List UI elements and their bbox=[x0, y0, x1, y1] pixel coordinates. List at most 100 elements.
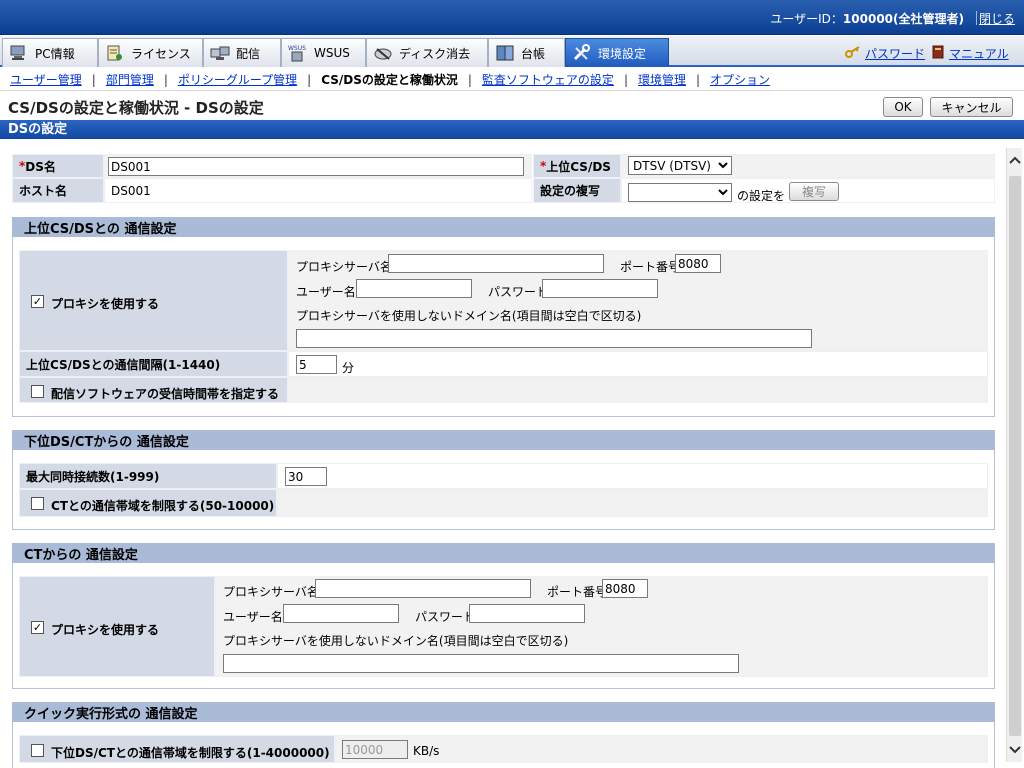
parent-csds-label-text: 上位CS/DS bbox=[546, 159, 611, 174]
tab-ledger[interactable]: 台帳 bbox=[488, 38, 565, 67]
page-title: CS/DSの設定と稼働状況 - DSの設定 bbox=[8, 99, 264, 117]
tab-label: 環境設定 bbox=[598, 46, 647, 61]
ct-no-proxy-input[interactable] bbox=[223, 654, 739, 673]
ct-user-label: ユーザー名 bbox=[223, 610, 283, 624]
password-link[interactable]: パスワード bbox=[865, 45, 925, 62]
ledger-icon bbox=[495, 44, 515, 62]
upper-no-proxy-input[interactable] bbox=[296, 329, 812, 348]
tab-label: PC情報 bbox=[35, 46, 75, 61]
form-scroll-area: *DS名 *上位CS/DS DTSV (DTSV) ホスト名 DS001 設定の… bbox=[0, 140, 1024, 768]
host-name-value: DS001 bbox=[104, 178, 532, 203]
max-conn-cell bbox=[277, 463, 988, 489]
license-icon bbox=[105, 44, 125, 62]
subnav-divider: | bbox=[91, 72, 96, 87]
ds-name-label-text: DS名 bbox=[25, 159, 56, 174]
subnav-divider: | bbox=[467, 72, 472, 87]
subnav-policy-group[interactable]: ポリシーグループ管理 bbox=[178, 71, 297, 88]
manual-link-group[interactable]: マニュアル bbox=[931, 45, 1009, 62]
upper-recv-time-label: 配信ソフトウェアの受信時間帯を指定する bbox=[51, 387, 280, 401]
max-conn-input[interactable] bbox=[285, 467, 327, 486]
distribute-icon bbox=[210, 44, 230, 62]
subnav-options[interactable]: オプション bbox=[710, 71, 770, 88]
ct-password-input[interactable] bbox=[469, 604, 585, 623]
quick-bandwidth-input[interactable] bbox=[342, 740, 408, 759]
upper-port-input[interactable] bbox=[675, 254, 721, 273]
tab-label: 台帳 bbox=[521, 46, 546, 61]
disk-erase-icon bbox=[373, 44, 393, 62]
ct-use-proxy-label: プロキシを使用する bbox=[51, 623, 160, 637]
user-info: ユーザーID：100000(全社管理者) bbox=[770, 10, 964, 27]
book-icon bbox=[931, 45, 945, 62]
password-link-group[interactable]: パスワード bbox=[845, 45, 925, 62]
tab-wsus[interactable]: WSUS WSUS bbox=[281, 38, 366, 67]
ct-no-proxy-label: プロキシサーバを使用しないドメイン名(項目間は空白で区切る) bbox=[223, 634, 569, 648]
tab-distribute[interactable]: 配信 bbox=[203, 38, 281, 67]
subnav-audit-software[interactable]: 監査ソフトウェアの設定 bbox=[482, 71, 614, 88]
ds-name-input[interactable] bbox=[108, 157, 524, 176]
lower-comm-title: 下位DS/CTからの 通信設定 bbox=[12, 430, 995, 450]
upper-comm-title: 上位CS/DSとの 通信設定 bbox=[12, 217, 995, 237]
key-icon bbox=[845, 45, 861, 62]
upper-interval-input[interactable] bbox=[296, 355, 337, 374]
copy-source-select[interactable] bbox=[628, 183, 732, 202]
subnav-csds-current: CS/DSの設定と稼働状況 bbox=[321, 73, 458, 87]
subnav-divider: | bbox=[163, 72, 168, 87]
ct-use-proxy-checkbox[interactable]: ✓ bbox=[31, 621, 44, 634]
parent-csds-select[interactable]: DTSV (DTSV) bbox=[628, 156, 732, 175]
ct-comm-title: CTからの 通信設定 bbox=[12, 543, 995, 563]
tab-label: 配信 bbox=[236, 46, 261, 61]
upper-user-label: ユーザー名 bbox=[296, 285, 356, 299]
user-id-value: 100000(全社管理者) bbox=[842, 12, 964, 26]
max-conn-label: 最大同時接続数(1-999) bbox=[19, 463, 277, 489]
sub-navigation: ユーザー管理 | 部門管理 | ポリシーグループ管理 | CS/DSの設定と稼働… bbox=[0, 69, 1024, 91]
scrollbar-thumb[interactable] bbox=[1009, 176, 1021, 736]
upper-password-label: パスワード bbox=[488, 285, 549, 299]
upper-password-input[interactable] bbox=[542, 279, 658, 298]
upper-port-label: ポート番号 bbox=[620, 260, 681, 274]
subnav-divider: | bbox=[307, 72, 312, 87]
ct-bandwidth-label: CTとの通信帯域を制限する(50-10000) bbox=[51, 499, 275, 513]
tab-pc-info[interactable]: PC情報 bbox=[2, 38, 98, 67]
ct-port-label: ポート番号 bbox=[547, 585, 608, 599]
ct-proxy-server-input[interactable] bbox=[315, 579, 531, 598]
wsus-icon: WSUS bbox=[288, 44, 308, 62]
user-id-label: ユーザーID： bbox=[770, 12, 843, 26]
host-name-label: ホスト名 bbox=[12, 178, 104, 203]
top-header-bar: ユーザーID：100000(全社管理者) 閉じる bbox=[0, 0, 1024, 35]
header-divider bbox=[976, 11, 977, 25]
ct-password-label: パスワード bbox=[415, 610, 476, 624]
tab-disk-erase[interactable]: ディスク消去 bbox=[366, 38, 488, 67]
upper-proxy-server-label: プロキシサーバ名 bbox=[296, 260, 392, 274]
upper-proxy-server-input[interactable] bbox=[388, 254, 604, 273]
upper-no-proxy-label: プロキシサーバを使用しないドメイン名(項目間は空白で区切る) bbox=[296, 309, 642, 323]
copy-button[interactable]: 複写 bbox=[789, 182, 839, 201]
quick-comm-title: クイック実行形式の 通信設定 bbox=[12, 702, 995, 722]
upper-interval-cell bbox=[288, 351, 988, 377]
tab-license[interactable]: ライセンス bbox=[98, 38, 203, 67]
scroll-down-icon[interactable] bbox=[1007, 742, 1023, 758]
subnav-department-management[interactable]: 部門管理 bbox=[106, 71, 154, 88]
vertical-scrollbar[interactable] bbox=[1006, 148, 1022, 762]
tab-settings[interactable]: 環境設定 bbox=[565, 38, 669, 67]
tab-label: WSUS bbox=[314, 46, 350, 60]
upper-recv-time-checkbox[interactable] bbox=[31, 385, 44, 398]
ds-name-label: * DS名 bbox=[12, 154, 104, 178]
ct-user-input[interactable] bbox=[283, 604, 399, 623]
main-tab-bar: PC情報 ライセンス 配信 WSUS WSUS ディスク消去 台帳 環境設定 パ… bbox=[0, 36, 1024, 67]
ct-port-input[interactable] bbox=[602, 579, 648, 598]
quick-bandwidth-checkbox[interactable] bbox=[31, 744, 44, 757]
subnav-user-management[interactable]: ユーザー管理 bbox=[10, 71, 82, 88]
scroll-up-icon[interactable] bbox=[1007, 152, 1023, 168]
subnav-environment[interactable]: 環境管理 bbox=[638, 71, 686, 88]
close-link[interactable]: 閉じる bbox=[979, 10, 1015, 27]
upper-user-input[interactable] bbox=[356, 279, 472, 298]
copy-suffix-text: の設定を bbox=[737, 189, 786, 203]
cancel-button[interactable]: キャンセル bbox=[930, 97, 1013, 117]
page-title-row: CS/DSの設定と稼働状況 - DSの設定 OK キャンセル bbox=[0, 93, 1024, 119]
ok-button[interactable]: OK bbox=[883, 97, 923, 117]
ct-proxy-server-label: プロキシサーバ名 bbox=[223, 585, 319, 599]
ct-bandwidth-checkbox[interactable] bbox=[31, 497, 44, 510]
tab-label: ライセンス bbox=[131, 46, 191, 61]
manual-link[interactable]: マニュアル bbox=[949, 45, 1009, 62]
upper-use-proxy-checkbox[interactable]: ✓ bbox=[31, 295, 44, 308]
